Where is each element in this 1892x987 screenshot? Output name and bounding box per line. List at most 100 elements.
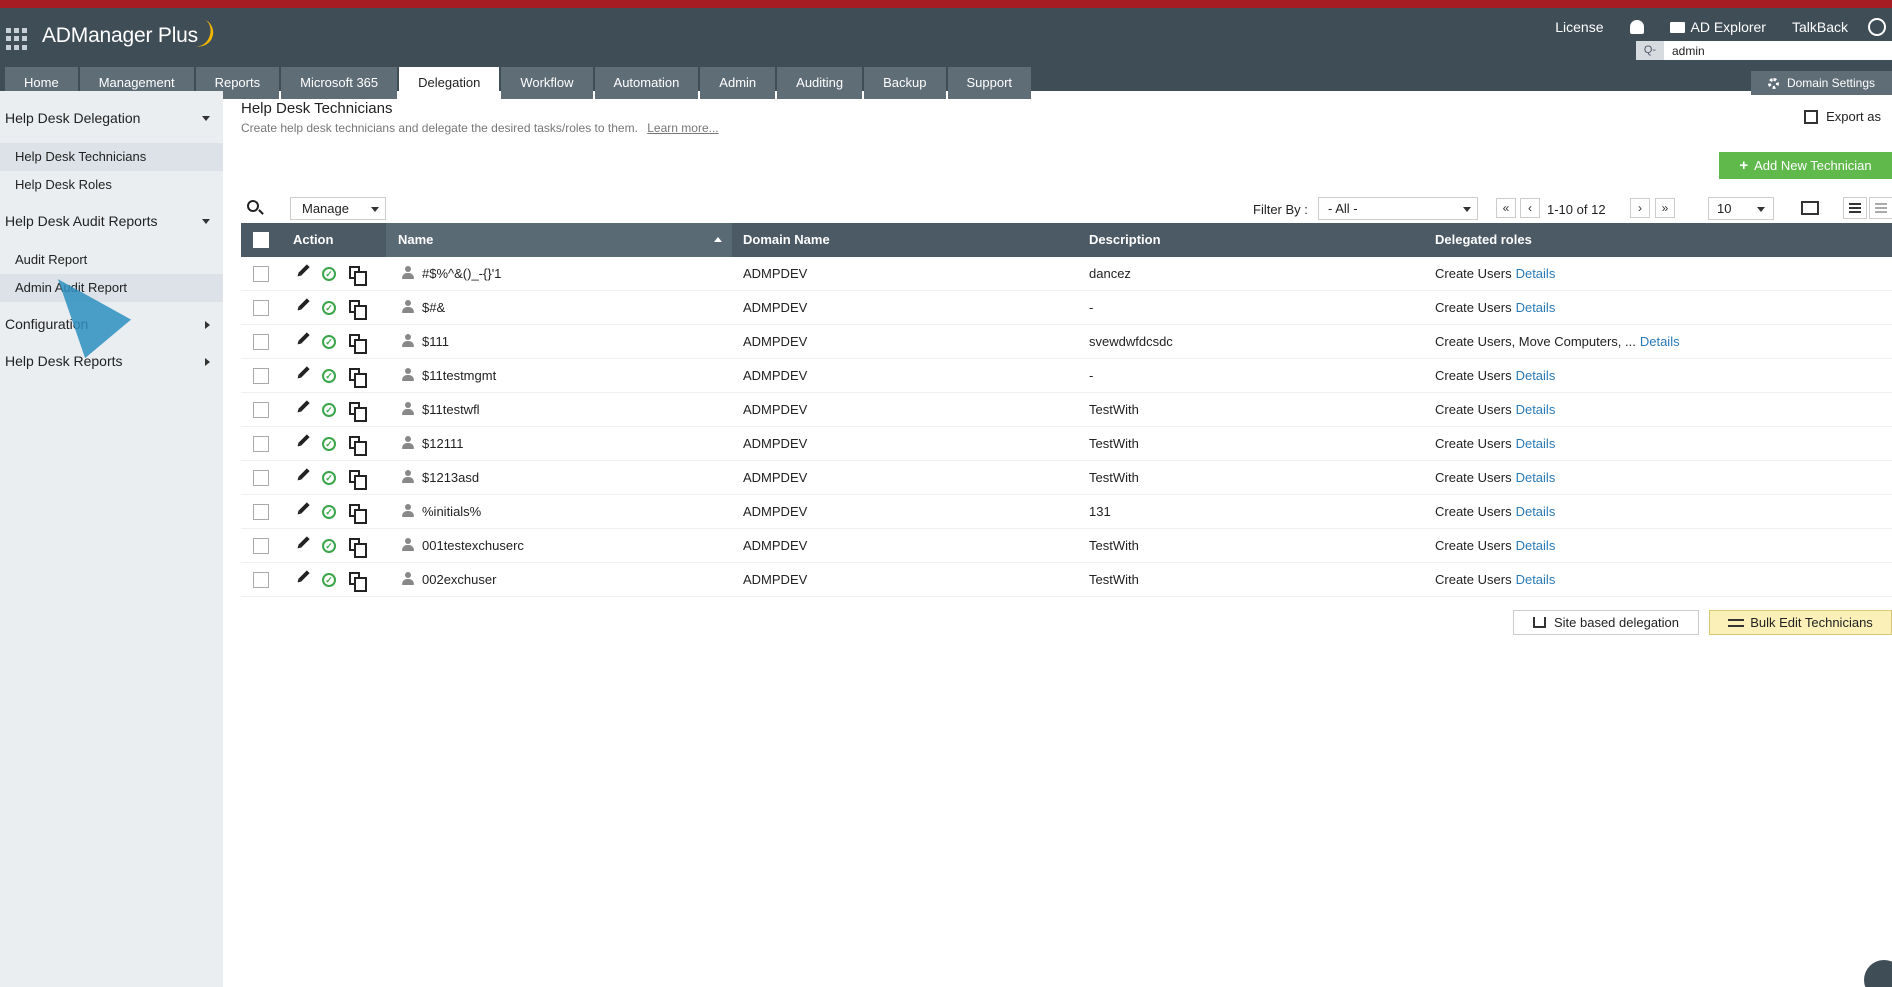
edit-icon[interactable] — [298, 536, 310, 548]
enabled-check-icon[interactable]: ✓ — [322, 539, 336, 553]
cell-name[interactable]: $11testmgmt — [422, 359, 496, 393]
user-profile-icon[interactable] — [1868, 18, 1886, 36]
cell-name[interactable]: $11testwfl — [422, 393, 480, 427]
edit-icon[interactable] — [298, 298, 310, 310]
copy-icon[interactable] — [349, 538, 367, 558]
edit-icon[interactable] — [298, 570, 310, 582]
tree-view-button[interactable] — [1869, 197, 1892, 219]
copy-icon[interactable] — [349, 300, 367, 320]
enabled-check-icon[interactable]: ✓ — [322, 369, 336, 383]
cell-domain: ADMPDEV — [743, 538, 808, 553]
export-button[interactable]: Export as — [1804, 109, 1881, 124]
sidebar-section-delegation[interactable]: Help Desk Delegation — [5, 110, 210, 126]
edit-icon[interactable] — [298, 400, 310, 412]
learn-more-link[interactable]: Learn more... — [647, 121, 718, 135]
copy-icon[interactable] — [349, 368, 367, 388]
select-all-checkbox[interactable] — [253, 232, 269, 248]
cell-name[interactable]: $111 — [422, 325, 449, 359]
list-view-button[interactable] — [1843, 197, 1867, 219]
copy-icon[interactable] — [349, 402, 367, 422]
sidebar-section-help-desk-reports[interactable]: Help Desk Reports — [5, 353, 210, 369]
next-page-button[interactable]: › — [1630, 198, 1650, 218]
license-link[interactable]: License — [1555, 19, 1603, 35]
details-link[interactable]: Details — [1516, 504, 1556, 519]
list-icon — [1849, 203, 1861, 213]
global-search[interactable]: Q- admin — [1636, 41, 1892, 60]
row-checkbox[interactable] — [253, 436, 269, 452]
header-delegated-roles[interactable]: Delegated roles — [1435, 223, 1532, 257]
enabled-check-icon[interactable]: ✓ — [322, 267, 336, 281]
details-link[interactable]: Details — [1516, 538, 1556, 553]
column-settings-icon[interactable] — [1801, 201, 1819, 215]
header-name[interactable]: Name — [386, 223, 732, 257]
row-checkbox[interactable] — [253, 470, 269, 486]
edit-icon[interactable] — [298, 468, 310, 480]
row-checkbox[interactable] — [253, 572, 269, 588]
cell-name[interactable]: $1213asd — [422, 461, 479, 495]
header-domain[interactable]: Domain Name — [743, 223, 830, 257]
filter-select[interactable]: - All - — [1318, 197, 1478, 220]
cell-name[interactable]: 002exchuser — [422, 563, 496, 597]
talkback-link[interactable]: TalkBack — [1792, 19, 1848, 35]
cell-name[interactable]: $12111 — [422, 427, 463, 461]
copy-icon[interactable] — [349, 436, 367, 456]
row-checkbox[interactable] — [253, 300, 269, 316]
details-link[interactable]: Details — [1516, 470, 1556, 485]
copy-icon[interactable] — [349, 504, 367, 524]
copy-icon[interactable] — [349, 266, 367, 286]
copy-icon[interactable] — [349, 572, 367, 592]
manage-dropdown[interactable]: Manage — [290, 197, 386, 220]
details-link[interactable]: Details — [1516, 368, 1556, 383]
cell-name[interactable]: %initials% — [422, 495, 481, 529]
cell-name[interactable]: $#& — [422, 291, 445, 325]
enabled-check-icon[interactable]: ✓ — [322, 335, 336, 349]
prev-page-button[interactable]: ‹ — [1520, 198, 1540, 218]
add-new-technician-button[interactable]: + Add New Technician — [1719, 152, 1892, 179]
row-checkbox[interactable] — [253, 368, 269, 384]
header-description[interactable]: Description — [1089, 223, 1161, 257]
sidebar-item-help-desk-roles[interactable]: Help Desk Roles — [0, 171, 223, 199]
row-checkbox[interactable] — [253, 334, 269, 350]
search-icon[interactable]: Q- — [1636, 41, 1664, 60]
site-based-delegation-button[interactable]: Site based delegation — [1513, 610, 1699, 635]
first-page-button[interactable]: « — [1496, 198, 1516, 218]
edit-icon[interactable] — [298, 434, 310, 446]
edit-icon[interactable] — [298, 502, 310, 514]
copy-icon[interactable] — [349, 470, 367, 490]
app-logo[interactable]: ADManager Plus — [42, 17, 217, 51]
last-page-button[interactable]: » — [1655, 198, 1675, 218]
cell-domain: ADMPDEV — [743, 368, 808, 383]
ad-explorer-link[interactable]: AD Explorer — [1669, 19, 1766, 35]
details-link[interactable]: Details — [1516, 300, 1556, 315]
enabled-check-icon[interactable]: ✓ — [322, 505, 336, 519]
enabled-check-icon[interactable]: ✓ — [322, 471, 336, 485]
bell-icon[interactable] — [1629, 20, 1644, 34]
enabled-check-icon[interactable]: ✓ — [322, 403, 336, 417]
sidebar-section-audit-reports[interactable]: Help Desk Audit Reports — [5, 213, 210, 229]
details-link[interactable]: Details — [1516, 572, 1556, 587]
sidebar-item-audit-report[interactable]: Audit Report — [0, 246, 223, 274]
bulk-edit-technicians-button[interactable]: Bulk Edit Technicians — [1709, 610, 1892, 635]
enabled-check-icon[interactable]: ✓ — [322, 301, 336, 315]
edit-icon[interactable] — [298, 332, 310, 344]
row-checkbox[interactable] — [253, 402, 269, 418]
copy-icon[interactable] — [349, 334, 367, 354]
row-checkbox[interactable] — [253, 504, 269, 520]
enabled-check-icon[interactable]: ✓ — [322, 437, 336, 451]
details-link[interactable]: Details — [1516, 402, 1556, 417]
edit-icon[interactable] — [298, 366, 310, 378]
row-checkbox[interactable] — [253, 538, 269, 554]
app-grid-icon[interactable] — [6, 28, 28, 50]
search-input[interactable]: admin — [1664, 44, 1705, 58]
cell-name[interactable]: #$%^&()_-{}'1 — [422, 257, 501, 291]
row-checkbox[interactable] — [253, 266, 269, 282]
edit-icon[interactable] — [298, 264, 310, 276]
search-icon[interactable] — [247, 200, 259, 212]
details-link[interactable]: Details — [1516, 266, 1556, 281]
sidebar-item-help-desk-technicians[interactable]: Help Desk Technicians — [0, 143, 223, 171]
details-link[interactable]: Details — [1516, 436, 1556, 451]
per-page-select[interactable]: 10 — [1708, 197, 1774, 220]
enabled-check-icon[interactable]: ✓ — [322, 573, 336, 587]
cell-name[interactable]: 001testexchuserc — [422, 529, 524, 563]
details-link[interactable]: Details — [1640, 334, 1680, 349]
